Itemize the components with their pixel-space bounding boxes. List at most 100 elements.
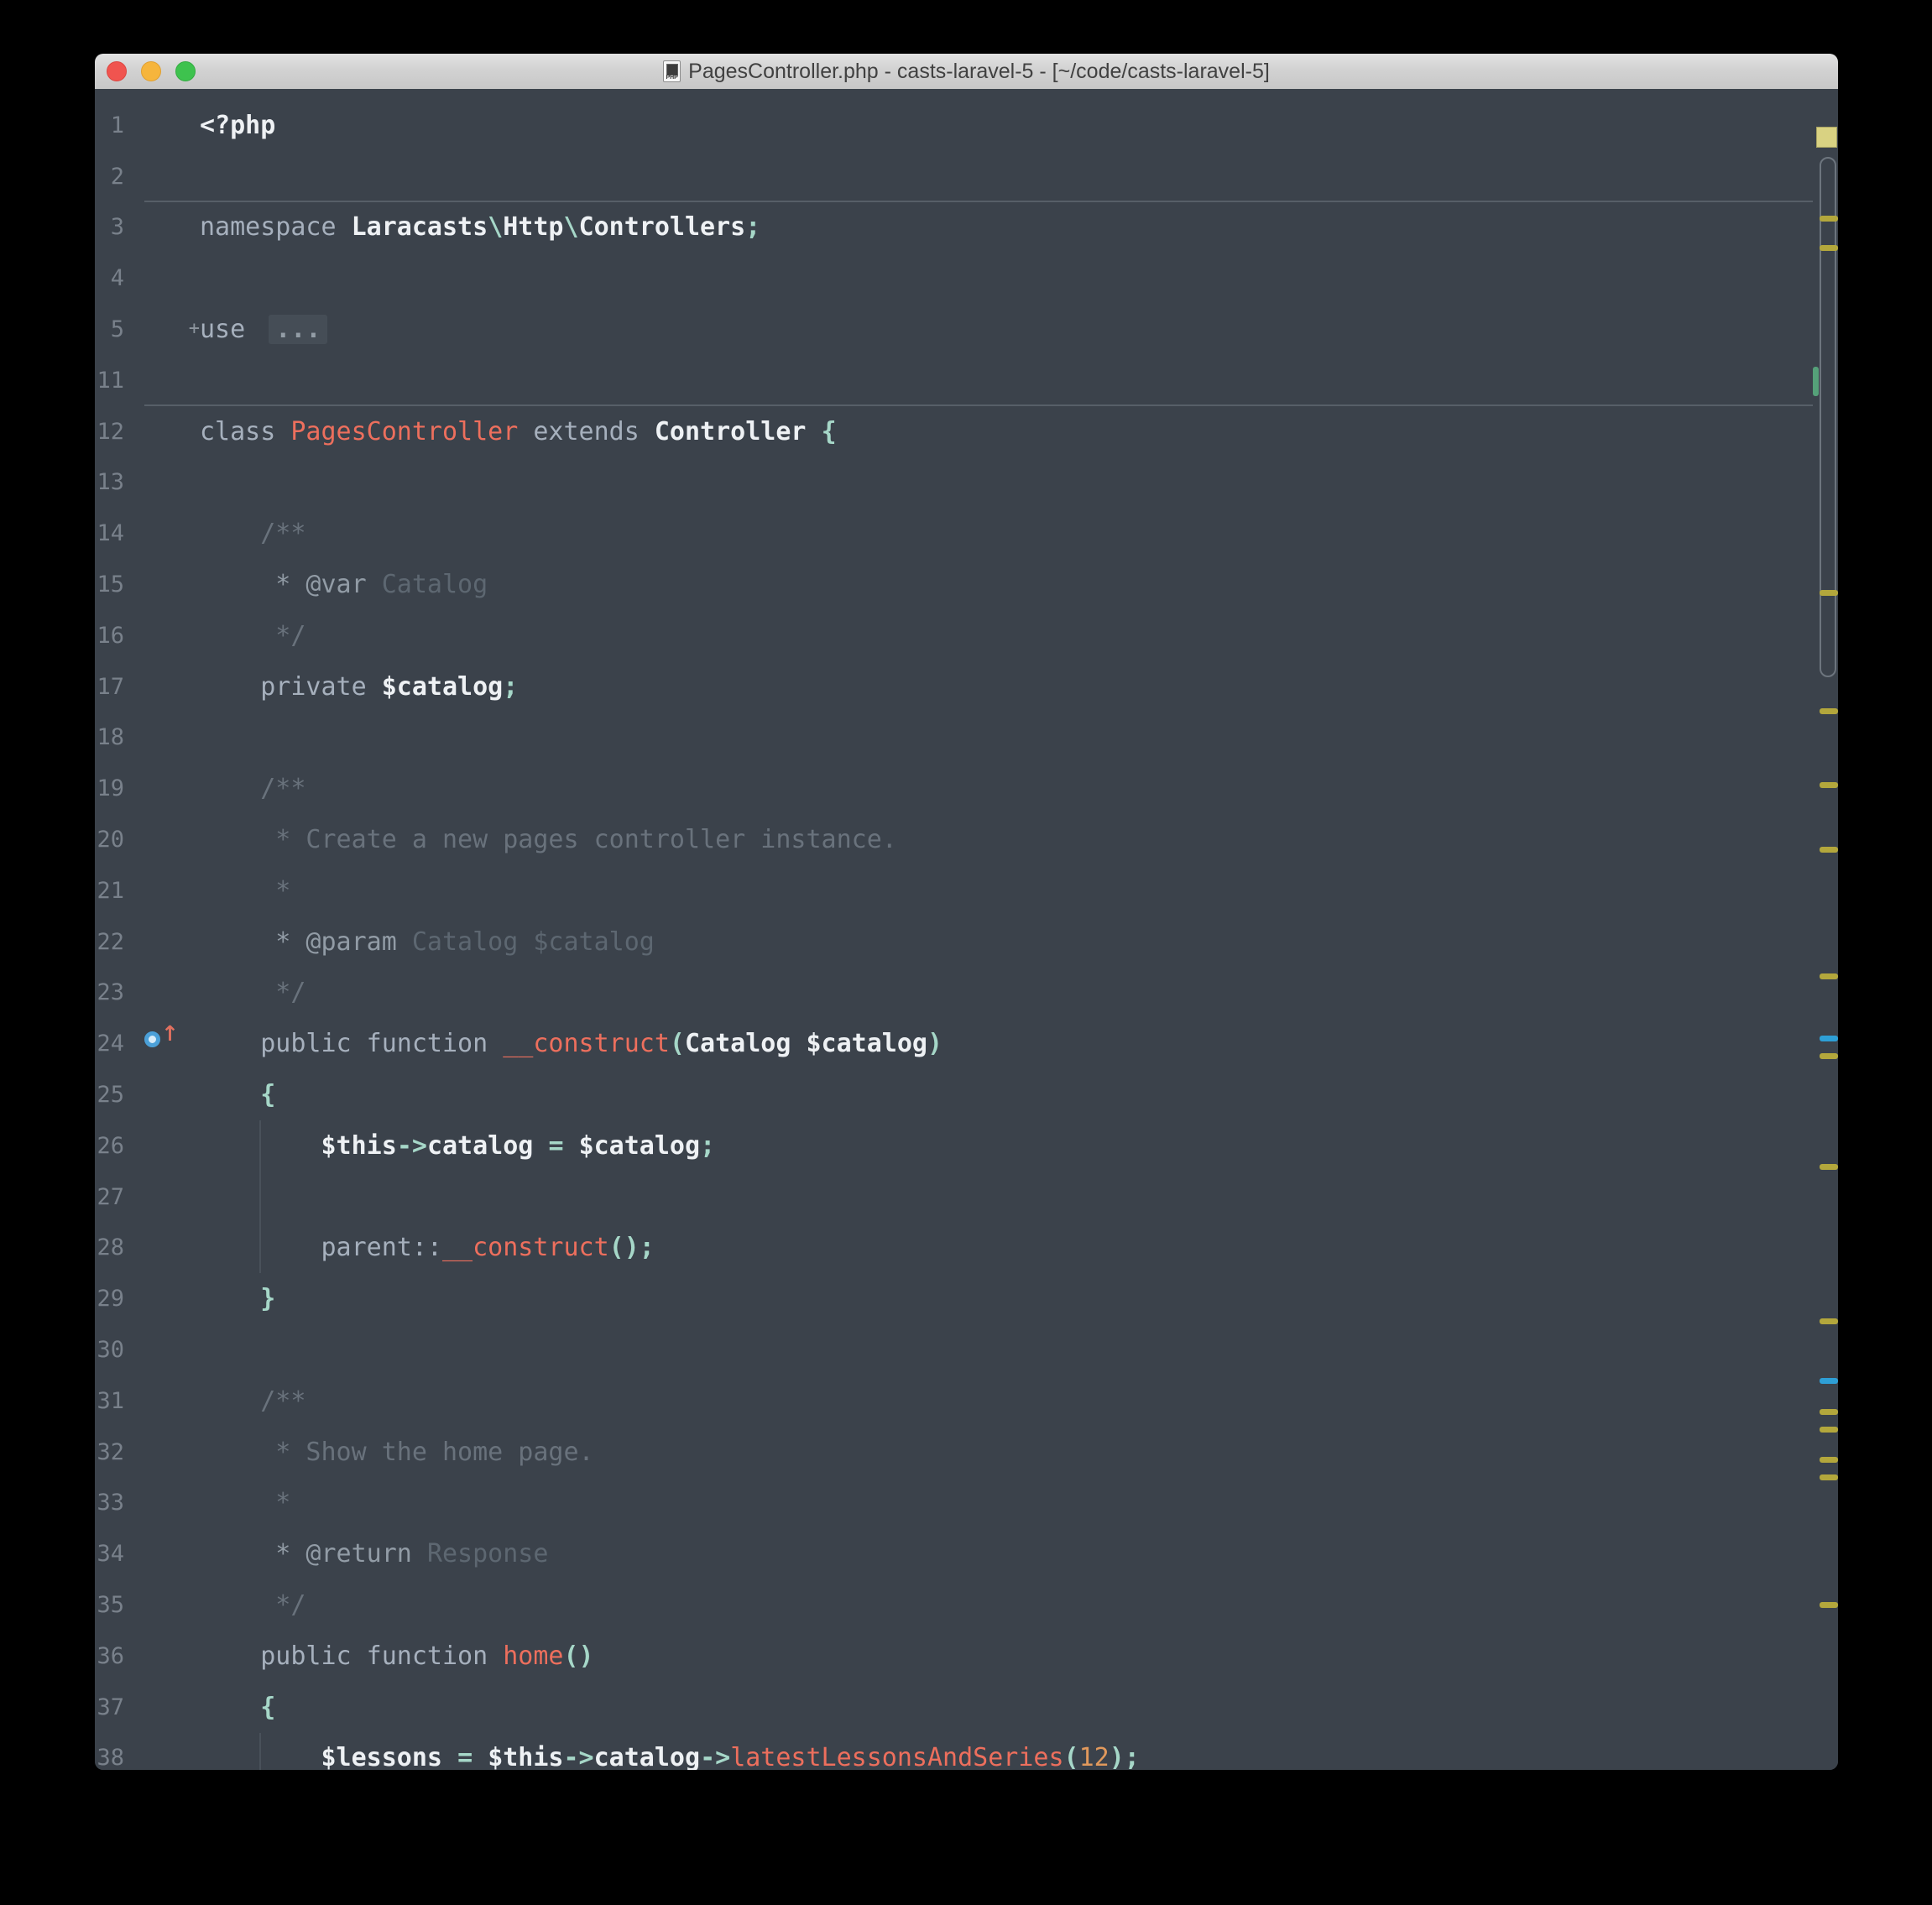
line-number[interactable]: 38 [95, 1745, 124, 1770]
line-number[interactable]: 31 [95, 1388, 124, 1414]
line-number[interactable]: 15 [95, 572, 124, 598]
line-number[interactable]: 4 [95, 265, 124, 291]
code-text[interactable]: /** [200, 763, 1813, 814]
warning-stripe-mark[interactable] [1820, 973, 1838, 979]
warning-stripe-mark[interactable] [1820, 590, 1838, 596]
line-number[interactable]: 21 [95, 878, 124, 904]
warning-stripe-mark[interactable] [1820, 1053, 1838, 1059]
line-number[interactable]: 33 [95, 1490, 124, 1516]
warning-stripe-mark[interactable] [1820, 1474, 1838, 1480]
code-text[interactable]: public function __construct(Catalog $cat… [200, 1018, 1813, 1069]
line-number[interactable]: 35 [95, 1592, 124, 1618]
code-text[interactable] [200, 355, 1813, 406]
code-text[interactable] [200, 1172, 1813, 1223]
line-number[interactable]: 16 [95, 623, 124, 649]
line-number[interactable]: 2 [95, 164, 124, 190]
code-text[interactable] [200, 712, 1813, 764]
line-number[interactable]: 11 [95, 368, 124, 394]
line-number[interactable]: 28 [95, 1234, 124, 1260]
code-line: 24 ↑ public function __construct(Catalog … [95, 1018, 1813, 1069]
scrollbar-thumb[interactable] [1820, 157, 1836, 677]
warning-stripe-mark[interactable] [1820, 847, 1838, 853]
line-number[interactable]: 23 [95, 979, 124, 1005]
line-number[interactable]: 24 [95, 1031, 124, 1057]
line-number[interactable]: 20 [95, 827, 124, 853]
line-number[interactable]: 5 [95, 316, 124, 342]
line-number[interactable]: 18 [95, 724, 124, 750]
code-text[interactable]: /** [200, 508, 1813, 559]
code-text[interactable]: public function home() [200, 1631, 1813, 1682]
line-number[interactable]: 27 [95, 1184, 124, 1210]
warning-stripe-mark[interactable] [1820, 245, 1838, 251]
code-text[interactable]: private $catalog; [200, 661, 1813, 712]
code-text[interactable]: $this->catalog = $catalog; [200, 1120, 1813, 1172]
line-number[interactable]: 22 [95, 929, 124, 955]
code-text[interactable] [200, 253, 1813, 304]
code-text[interactable]: class PagesController extends Controller… [200, 406, 1813, 457]
line-number[interactable]: 3 [95, 214, 124, 240]
close-button[interactable] [107, 61, 127, 81]
code-text[interactable] [200, 1324, 1813, 1375]
traffic-lights [107, 54, 196, 89]
warning-stripe-mark[interactable] [1820, 1318, 1838, 1324]
code-text[interactable]: */ [200, 1579, 1813, 1631]
title-bar[interactable]: PHP PagesController.php - casts-laravel-… [95, 54, 1838, 90]
line-number[interactable]: 19 [95, 775, 124, 801]
code-text[interactable]: /** [200, 1375, 1813, 1427]
code-text[interactable]: { [200, 1069, 1813, 1120]
warning-stripe-mark[interactable] [1820, 782, 1838, 788]
gutter [124, 763, 200, 814]
code-text[interactable]: parent::__construct(); [200, 1223, 1813, 1274]
line-number[interactable]: 25 [95, 1082, 124, 1108]
gutter [124, 610, 200, 661]
inspection-status-badge[interactable] [1816, 127, 1837, 148]
line-number[interactable]: 1 [95, 112, 124, 138]
info-stripe-mark[interactable] [1820, 1378, 1838, 1384]
code-text[interactable]: { [200, 1682, 1813, 1733]
line-number[interactable]: 17 [95, 674, 124, 700]
line-number[interactable]: 37 [95, 1694, 124, 1720]
code-text[interactable]: * @return Response [200, 1528, 1813, 1579]
code-text[interactable]: <?php [200, 100, 1813, 151]
info-stripe-mark[interactable] [1820, 1036, 1838, 1041]
warning-stripe-mark[interactable] [1820, 1164, 1838, 1170]
code-text[interactable]: * Create a new pages controller instance… [200, 814, 1813, 865]
gutter [124, 1273, 200, 1324]
code-text[interactable]: namespace Laracasts\Http\Controllers; [200, 202, 1813, 253]
warning-stripe-mark[interactable] [1820, 1602, 1838, 1608]
vcs-change-mark[interactable] [1813, 367, 1819, 396]
line-number[interactable]: 32 [95, 1439, 124, 1465]
code-text[interactable] [200, 151, 1813, 202]
line-number[interactable]: 14 [95, 520, 124, 546]
code-text[interactable]: */ [200, 968, 1813, 1019]
code-text[interactable]: use ... [200, 304, 1813, 355]
warning-stripe-mark[interactable] [1820, 1427, 1838, 1433]
code-text[interactable]: * @param Catalog $catalog [200, 916, 1813, 968]
code-text[interactable]: * [200, 865, 1813, 916]
line-number[interactable]: 12 [95, 419, 124, 445]
minimize-button[interactable] [141, 61, 161, 81]
code-text[interactable] [200, 457, 1813, 509]
line-number[interactable]: 13 [95, 469, 124, 495]
line-number[interactable]: 34 [95, 1541, 124, 1567]
line-number[interactable]: 36 [95, 1643, 124, 1669]
scrollbar-error-stripe[interactable] [1813, 124, 1838, 1770]
override-method-icon[interactable]: ↑ [144, 1026, 178, 1055]
folded-code-region[interactable]: ... [269, 315, 327, 344]
code-text[interactable]: * Show the home page. [200, 1427, 1813, 1478]
warning-stripe-mark[interactable] [1820, 1457, 1838, 1463]
warning-stripe-mark[interactable] [1820, 708, 1838, 714]
code-editor[interactable]: 1<?php23namespace Laracasts\Http\Control… [95, 89, 1838, 1770]
code-text[interactable]: $lessons = $this->catalog->latestLessons… [200, 1733, 1813, 1771]
line-number[interactable]: 30 [95, 1337, 124, 1363]
line-number[interactable]: 26 [95, 1133, 124, 1159]
fold-expand-icon[interactable]: + [189, 318, 200, 339]
code-text[interactable]: * @var Catalog [200, 559, 1813, 610]
warning-stripe-mark[interactable] [1820, 216, 1838, 222]
zoom-button[interactable] [175, 61, 196, 81]
line-number[interactable]: 29 [95, 1286, 124, 1312]
warning-stripe-mark[interactable] [1820, 1409, 1838, 1415]
code-text[interactable]: } [200, 1273, 1813, 1324]
code-text[interactable]: * [200, 1478, 1813, 1529]
code-text[interactable]: */ [200, 610, 1813, 661]
